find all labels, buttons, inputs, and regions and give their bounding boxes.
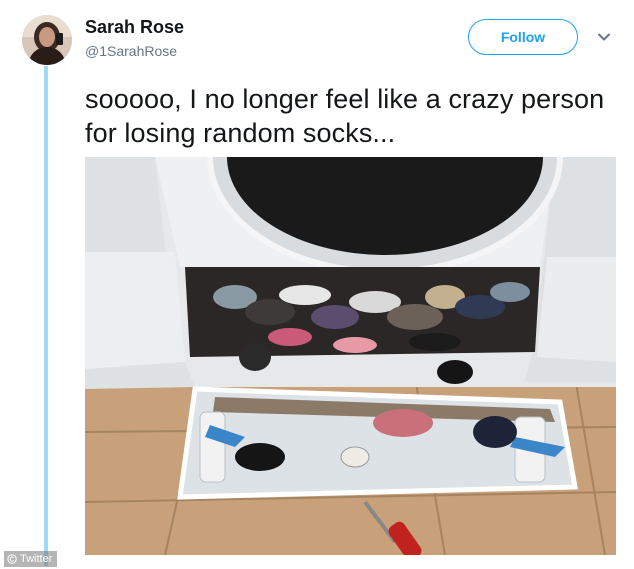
thread-line [44,66,48,566]
chevron-down-icon[interactable] [597,30,611,44]
watermark-label: Twitter [20,553,53,565]
author-name[interactable]: Sarah Rose [85,17,184,38]
tweet-photo[interactable] [85,157,616,555]
copyright-icon [7,554,17,564]
watermark: Twitter [4,551,58,567]
tweet-card: Sarah Rose @1SarahRose Follow sooooo, I … [0,0,634,569]
author-handle[interactable]: @1SarahRose [85,43,177,59]
tweet-text: sooooo, I no longer feel like a crazy pe… [85,84,605,148]
follow-button[interactable]: Follow [468,19,578,55]
avatar[interactable] [22,15,72,65]
